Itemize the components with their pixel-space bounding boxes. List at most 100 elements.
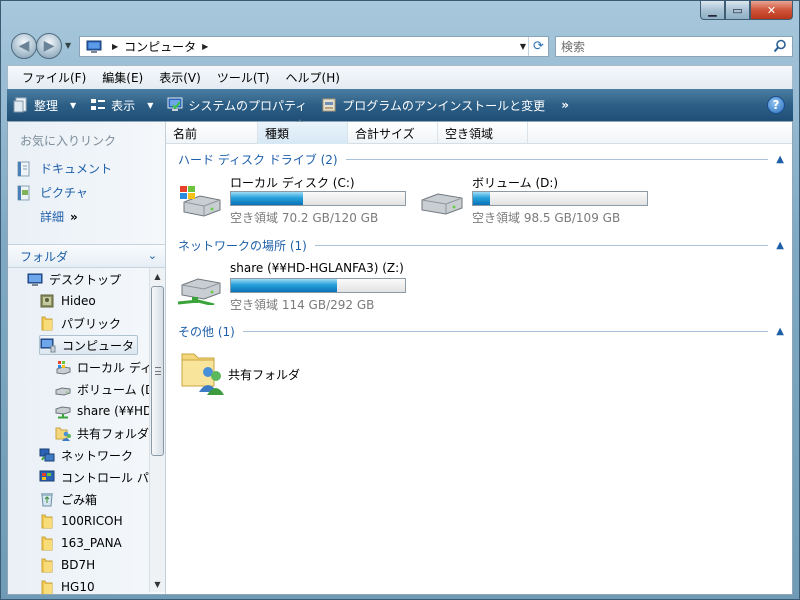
shared-folders-label: 共有フォルダ [228,368,301,382]
search-icon[interactable] [773,39,787,53]
breadcrumb-computer[interactable]: コンピュータ [124,38,196,55]
folder-tree-label: コントロール パ [61,470,149,485]
folder-tree-scrollbar[interactable]: ▲ ▼ [149,268,165,592]
shared-folder-icon [55,427,71,441]
group-label: ネットワークの場所 (1) [178,238,307,253]
menu-view[interactable]: 表示(V) [151,69,209,86]
folder-tree-label: ローカル ディ [77,360,149,375]
folder-tree-label: ボリューム (D [77,382,149,397]
address-bar[interactable]: ▶ コンピュータ ▶ ▼ ⟳ [79,36,549,57]
folder-icon [41,514,53,529]
forward-button[interactable]: ▶ [36,33,62,59]
chevron-down-icon: ⌄ [147,249,157,262]
folder-icon [41,580,53,594]
folder-icon [41,558,53,573]
views-button[interactable]: 表示 ▼ [90,97,153,114]
folder-tree-item[interactable]: ローカル ディ [55,357,149,377]
folder-tree-label: ごみ箱 [61,492,98,507]
folder-tree-item[interactable]: BD7H [39,555,95,575]
more-commands-button[interactable]: » [561,98,569,112]
folder-tree-item[interactable]: コンピュータ [39,335,139,355]
refresh-icon: ⟳ [533,39,544,54]
forward-arrow-icon: ▶ [43,38,55,54]
scroll-down-arrow-icon[interactable]: ▼ [150,576,165,592]
minimize-button[interactable]: ▁ [700,1,725,20]
pictures-icon [17,185,30,200]
user-folder-icon [40,294,54,308]
drive-usage-bar [230,278,406,293]
folder-tree-item[interactable]: 共有フォルダ [55,423,149,443]
scroll-up-arrow-icon[interactable]: ▲ [150,268,165,284]
windows-drive-icon [180,186,221,217]
recycle-bin-icon [41,493,53,507]
more-links-label: 詳細 [40,210,65,224]
computer-icon [40,338,56,353]
drive-free-space: 空き領域 70.2 GB/120 GB [230,211,379,225]
column-header-free-space[interactable]: 空き領域 [438,122,528,144]
group-label: ハード ディスク ドライブ (2) [178,152,338,167]
favorite-link-documents[interactable]: ドキュメント [16,160,112,177]
hard-drive-icon [421,193,463,215]
group-header-hard-disk[interactable]: ハード ディスク ドライブ (2) ▲ [178,150,784,168]
menu-file[interactable]: ファイル(F) [14,69,94,86]
search-input[interactable] [561,39,771,54]
organize-button[interactable]: 整理 ▼ [13,97,76,114]
group-header-network[interactable]: ネットワークの場所 (1) ▲ [178,236,784,254]
folder-tree-item[interactable]: 163_PANA [39,533,122,553]
folder-tree-item[interactable]: Hideo [39,291,96,311]
column-header-total-size[interactable]: 合計サイズ [348,122,438,144]
back-button[interactable]: ◀ [11,33,37,59]
drive-free-space: 空き領域 98.5 GB/109 GB [472,211,621,225]
breadcrumb-arrow-icon[interactable]: ▶ [112,42,118,51]
caption-buttons: ▁ ▭ ✕ [700,1,793,20]
favorite-link-pictures[interactable]: ピクチャ [16,184,88,201]
system-properties-label: システムのプロパティ [188,98,308,113]
scrollbar-thumb[interactable] [151,286,164,456]
close-button[interactable]: ✕ [750,1,793,20]
refresh-button[interactable]: ⟳ [528,37,548,56]
double-chevron-icon: » [70,209,78,224]
folder-tree-item[interactable]: ごみ箱 [39,489,97,509]
recent-pages-dropdown[interactable]: ▼ [65,41,71,50]
folder-icon [41,536,53,551]
folder-icon [41,316,53,331]
network-icon [39,448,55,462]
folder-tree-item[interactable]: ネットワーク [39,445,133,465]
explorer-window: ▁ ▭ ✕ ◀ ▶ ▼ ▶ コンピュータ ▶ ▼ ⟳ 検索 ファイル(F) 編集… [0,0,800,600]
breadcrumb-arrow-icon[interactable]: ▶ [202,42,208,51]
folder-tree-item[interactable]: ボリューム (D [55,379,149,399]
help-icon[interactable]: ? [767,96,785,114]
menu-edit[interactable]: 編集(E) [94,69,151,86]
shared-folder-icon [181,353,224,395]
navigation-row: ◀ ▶ ▼ ▶ コンピュータ ▶ ▼ ⟳ [7,31,793,61]
folder-tree: デスクトップ Hideo パブリック コンピュータローカル ディ ボリューム (D sha… [8,268,149,594]
organize-label: 整理 [34,98,59,113]
folder-tree-item[interactable]: コントロール パ [39,467,149,487]
address-dropdown-icon[interactable]: ▼ [520,42,526,51]
folder-tree-item[interactable]: HG10 [39,577,95,594]
navigation-pane: お気に入りリンク ドキュメント ピクチャ 詳細 » フォルダ ⌄ デスクトップ … [8,122,166,594]
menu-tools[interactable]: ツール(T) [209,69,278,86]
drive-free-space: 空き領域 114 GB/292 GB [230,298,375,312]
folder-tree-item[interactable]: デスクトップ [27,269,121,289]
uninstall-program-button[interactable]: プログラムのアンインストールと変更 [321,97,545,114]
views-icon [91,99,106,110]
drive-name: share (¥¥HD-HGLANFA3) (Z:) [230,261,404,275]
organize-dropdown-icon: ▼ [70,100,77,110]
network-drive-icon [55,406,71,419]
system-properties-button[interactable]: システムのプロパティ [167,97,307,114]
network-drive-icon [177,278,221,305]
folders-toggle[interactable]: フォルダ ⌄ [8,244,165,268]
more-links-button[interactable]: 詳細 » [40,208,78,225]
folder-tree-item[interactable]: パブリック [39,313,121,333]
column-header-name[interactable]: 名前 [166,122,258,144]
programs-icon [322,98,336,112]
favorite-links-heading: お気に入りリンク [20,134,117,148]
folder-tree-item[interactable]: 100RICOH [39,511,123,531]
folder-tree-item[interactable]: share (¥¥HD- [55,401,149,421]
maximize-button[interactable]: ▭ [725,1,750,20]
group-header-other[interactable]: その他 (1) ▲ [178,322,784,340]
menu-bar: ファイル(F) 編集(E) 表示(V) ツール(T) ヘルプ(H) [7,65,793,89]
menu-help[interactable]: ヘルプ(H) [278,69,348,86]
drive-name: ボリューム (D:) [472,176,559,190]
